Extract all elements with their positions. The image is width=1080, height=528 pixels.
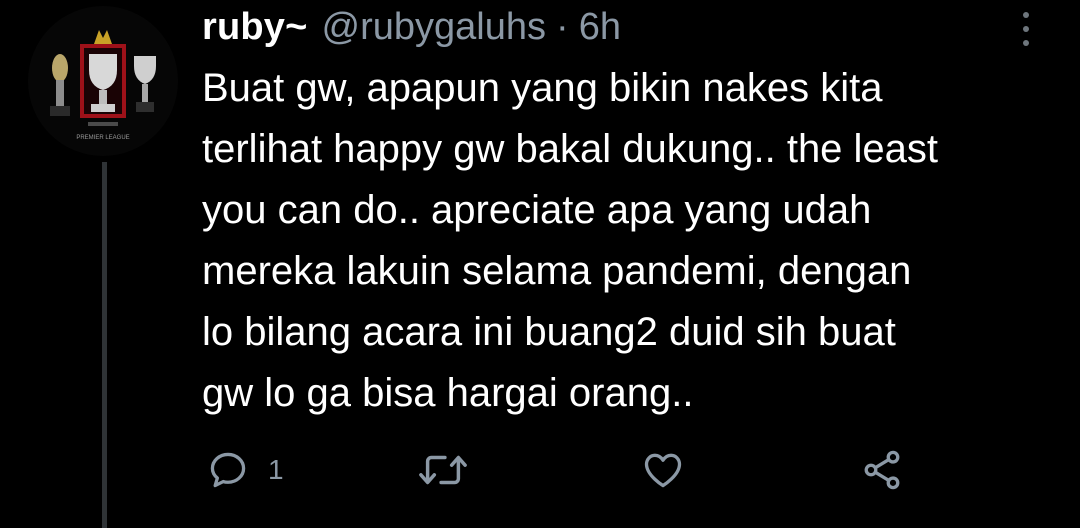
share-icon	[864, 450, 900, 490]
tweet-text: Buat gw, apapun yang bikin nakes kita te…	[202, 58, 1062, 424]
heart-icon	[644, 453, 682, 488]
avatar[interactable]: PREMIER LEAGUE	[28, 6, 178, 156]
like-button[interactable]	[640, 440, 686, 500]
more-options-icon[interactable]	[1018, 12, 1034, 46]
retweet-button[interactable]	[418, 440, 468, 500]
reply-count: 1	[268, 454, 284, 485]
tweet-text-line: terlihat happy gw bakal dukung.. the lea…	[202, 127, 939, 171]
reply-button[interactable]: 1	[206, 440, 284, 500]
tweet-header: ruby~ @rubygaluhs · 6h	[202, 6, 621, 56]
tweet-text-line: gw lo ga bisa hargai orang..	[202, 371, 694, 415]
tweet-text-line: lo bilang acara ini buang2 duid sih buat	[202, 310, 896, 354]
retweet-icon	[419, 455, 467, 485]
center-trophy	[80, 30, 126, 126]
trophies-image: PREMIER LEAGUE	[28, 6, 178, 156]
separator-dot: ·	[556, 6, 569, 48]
user-handle[interactable]: @rubygaluhs	[322, 6, 546, 49]
tweet-text-line: you can do.. apreciate apa yang udah	[202, 188, 872, 232]
tweet-text-line: Buat gw, apapun yang bikin nakes kita	[202, 66, 883, 110]
avatar-badge-text: PREMIER LEAGUE	[76, 135, 129, 141]
timestamp[interactable]: 6h	[579, 6, 621, 49]
more-dot	[1023, 12, 1029, 18]
more-dot	[1023, 26, 1029, 32]
more-dot	[1023, 40, 1029, 46]
tweet-text-line: mereka lakuin selama pandemi, dengan	[202, 249, 912, 293]
display-name[interactable]: ruby~	[202, 6, 308, 49]
tweet-card[interactable]: PREMIER LEAGUE ruby~ @rubygaluhs · 6h Bu…	[0, 0, 1080, 528]
action-bar: 1	[0, 440, 1080, 500]
reply-icon	[210, 452, 246, 488]
share-button[interactable]	[860, 440, 904, 500]
